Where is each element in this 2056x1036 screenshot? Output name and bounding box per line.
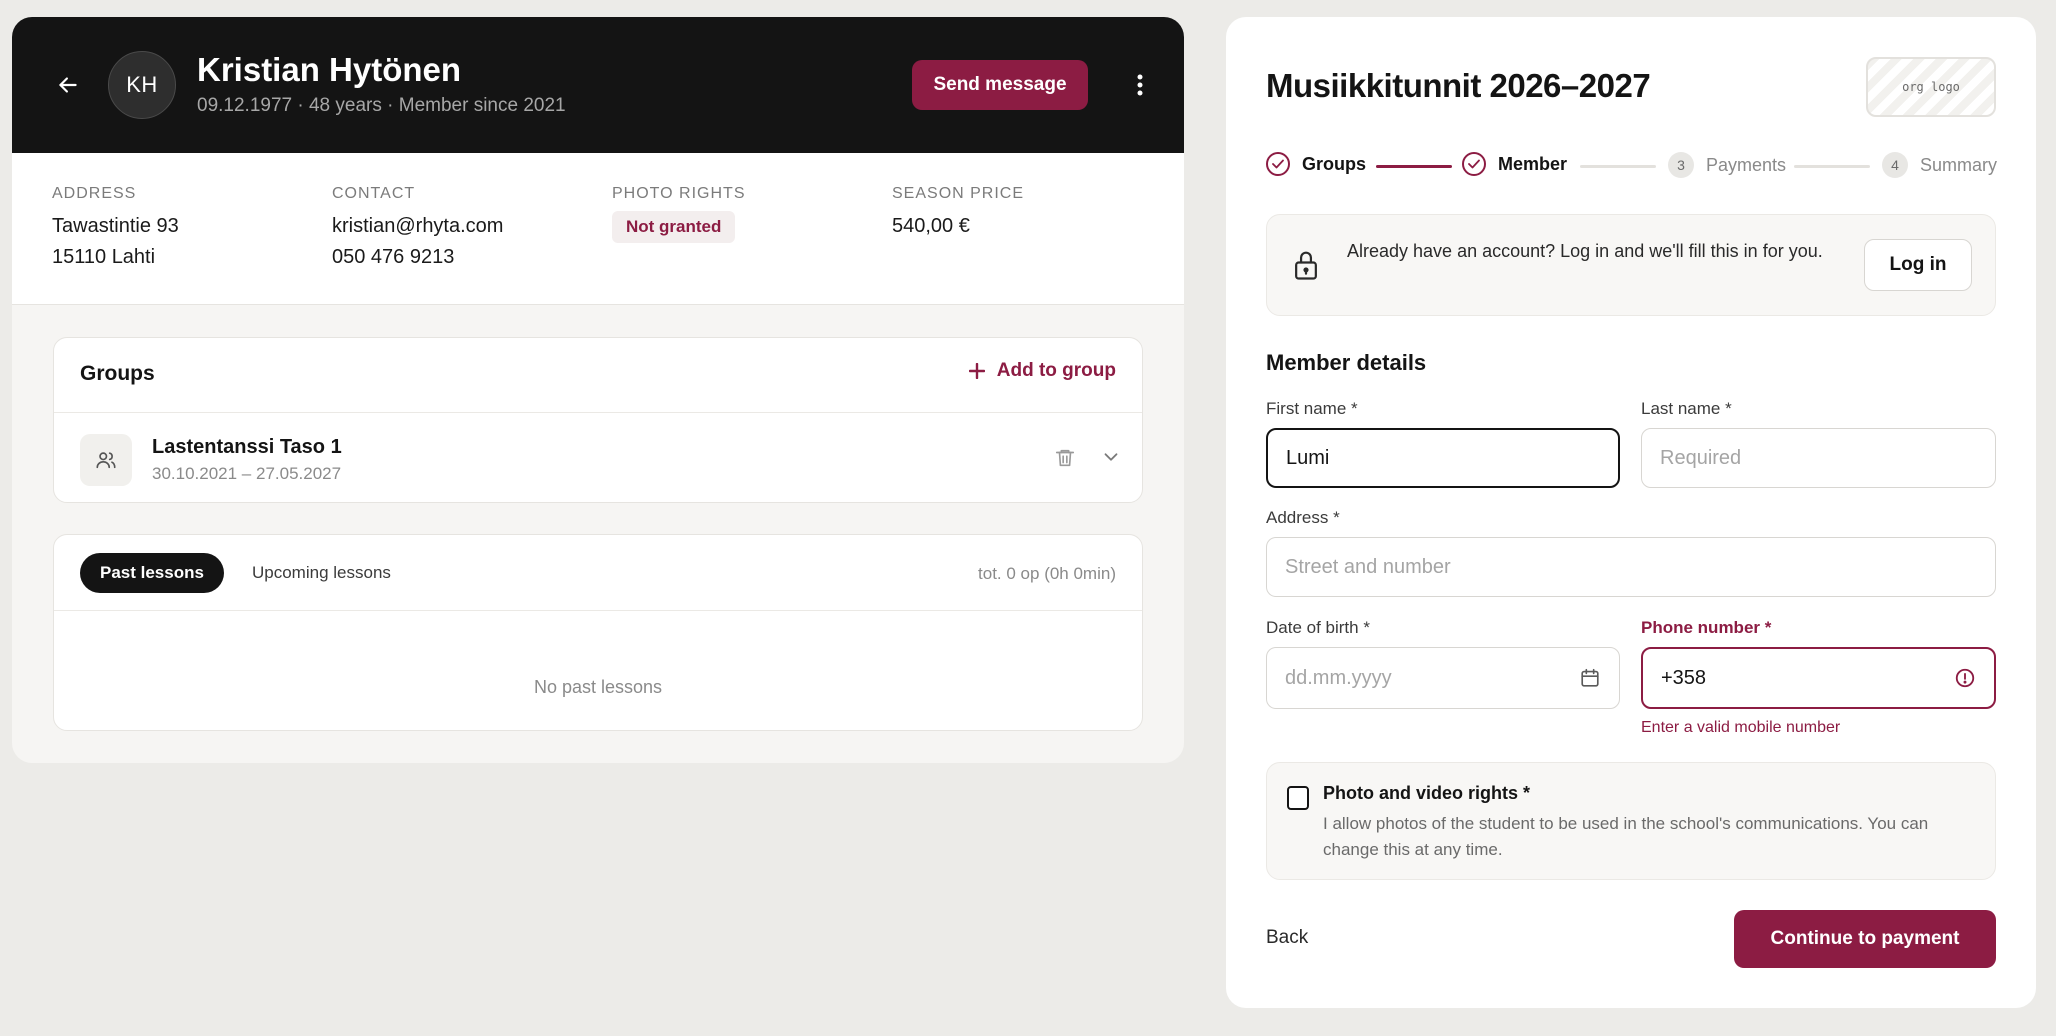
address-field[interactable]: Street and number xyxy=(1266,537,1996,597)
chevron-down-icon[interactable] xyxy=(1100,446,1122,473)
step-label: Member xyxy=(1498,153,1568,174)
alert-circle-icon xyxy=(1954,667,1976,689)
more-options-icon[interactable] xyxy=(1122,65,1158,105)
step-connector xyxy=(1376,165,1452,168)
step-groups[interactable]: Groups xyxy=(1266,152,1366,176)
address-info: ADDRESS Tawastintie 93 15110 Lahti xyxy=(52,185,179,273)
season-price-label: SEASON PRICE xyxy=(892,185,1025,202)
trash-icon[interactable] xyxy=(1054,446,1076,475)
member-meta: 09.12.1977 · 48 years · Member since 202… xyxy=(197,95,566,116)
avatar: KH xyxy=(108,51,176,119)
step-label: Groups xyxy=(1302,153,1367,174)
back-arrow-icon[interactable] xyxy=(48,65,88,105)
lessons-total: tot. 0 op (0h 0min) xyxy=(978,564,1116,583)
empty-state-text: No past lessons xyxy=(533,677,663,697)
member-info-strip: ADDRESS Tawastintie 93 15110 Lahti CONTA… xyxy=(12,153,1184,305)
consent-title: Photo and video rights * xyxy=(1323,783,1531,803)
photo-consent-box: Photo and video rights * I allow photos … xyxy=(1266,762,1996,880)
continue-to-payment-button[interactable]: Continue to payment xyxy=(1734,910,1996,968)
login-prompt: Already have an account? Log in and we'l… xyxy=(1266,214,1996,316)
login-prompt-text: Already have an account? Log in and we'l… xyxy=(1347,241,1823,261)
address-placeholder: Street and number xyxy=(1285,555,1451,578)
step-connector xyxy=(1794,165,1870,168)
member-profile-panel: KH Kristian Hytönen 09.12.1977 · 48 year… xyxy=(12,17,1184,763)
contact-email: kristian@rhyta.com xyxy=(332,215,504,237)
groups-title: Groups xyxy=(80,362,155,385)
season-price-value: 540,00 € xyxy=(892,215,970,237)
org-logo: org logo xyxy=(1866,57,1996,117)
dob-label: Date of birth * xyxy=(1266,618,1370,637)
first-name-value: Lumi xyxy=(1286,446,1330,469)
add-to-group-label: Add to group xyxy=(996,360,1116,381)
step-payments: 3 Payments xyxy=(1668,152,1786,178)
member-name: Kristian Hytönen xyxy=(197,51,462,88)
divider xyxy=(54,610,1142,611)
contact-label: CONTACT xyxy=(332,185,416,202)
contact-info: CONTACT kristian@rhyta.com 050 476 9213 xyxy=(332,185,503,273)
photo-consent-checkbox[interactable] xyxy=(1287,786,1309,810)
step-summary: 4 Summary xyxy=(1882,152,1997,178)
stepper: Groups Member 3 Payments 4 Summary xyxy=(1266,152,1997,182)
step-number: 3 xyxy=(1668,152,1694,178)
profile-header: KH Kristian Hytönen 09.12.1977 · 48 year… xyxy=(12,17,1184,153)
member-details-title: Member details xyxy=(1266,350,1427,375)
address-label: ADDRESS xyxy=(52,185,137,202)
phone-field[interactable]: +358 xyxy=(1641,647,1996,709)
form-title: Musiikkitunnit 2026–2027 xyxy=(1266,67,1651,104)
back-button[interactable]: Back xyxy=(1266,927,1308,949)
first-name-field[interactable]: Lumi xyxy=(1266,428,1620,488)
check-icon xyxy=(1462,152,1486,176)
consent-text: I allow photos of the student to be used… xyxy=(1323,814,1929,859)
lock-icon xyxy=(1291,249,1321,286)
step-member[interactable]: Member xyxy=(1462,152,1567,176)
tab-past-lessons[interactable]: Past lessons xyxy=(80,553,224,593)
plus-icon xyxy=(968,363,985,379)
calendar-icon[interactable] xyxy=(1579,667,1601,689)
lessons-card: Past lessons Upcoming lessons tot. 0 op … xyxy=(53,534,1143,731)
season-price-info: SEASON PRICE 540,00 € xyxy=(892,185,1024,242)
dob-field[interactable]: dd.mm.yyyy xyxy=(1266,647,1620,709)
step-connector xyxy=(1580,165,1656,168)
registration-form-panel: Musiikkitunnit 2026–2027 org logo Groups… xyxy=(1226,17,2036,1008)
groups-card: Groups Add to group Lastentanssi Taso 1 … xyxy=(53,337,1143,503)
last-name-field[interactable]: Required xyxy=(1641,428,1996,488)
users-icon xyxy=(80,434,132,486)
photo-rights-info: PHOTO RIGHTS Not granted xyxy=(612,185,746,243)
first-name-label: First name * xyxy=(1266,399,1358,418)
contact-phone: 050 476 9213 xyxy=(332,246,455,268)
phone-value: +358 xyxy=(1661,666,1707,689)
address-label: Address * xyxy=(1266,508,1340,527)
add-to-group-button[interactable]: Add to group xyxy=(968,360,1116,382)
last-name-label: Last name * xyxy=(1641,399,1732,418)
photo-rights-label: PHOTO RIGHTS xyxy=(612,185,746,202)
phone-error-message: Enter a valid mobile number xyxy=(1641,719,1841,736)
step-label: Summary xyxy=(1920,154,1998,175)
group-name: Lastentanssi Taso 1 xyxy=(152,436,342,458)
address-line2: 15110 Lahti xyxy=(52,246,156,268)
address-line1: Tawastintie 93 xyxy=(52,215,179,237)
group-dates: 30.10.2021 – 27.05.2027 xyxy=(152,464,342,483)
send-message-button[interactable]: Send message xyxy=(912,60,1088,110)
divider xyxy=(54,412,1142,413)
step-label: Payments xyxy=(1706,154,1787,175)
log-in-button[interactable]: Log in xyxy=(1864,239,1972,291)
check-icon xyxy=(1266,152,1290,176)
step-number: 4 xyxy=(1882,152,1908,178)
phone-label: Phone number * xyxy=(1641,618,1772,637)
tab-upcoming-lessons[interactable]: Upcoming lessons xyxy=(252,553,391,593)
dob-placeholder: dd.mm.yyyy xyxy=(1285,666,1392,689)
last-name-placeholder: Required xyxy=(1660,446,1742,469)
photo-rights-badge: Not granted xyxy=(612,211,736,243)
